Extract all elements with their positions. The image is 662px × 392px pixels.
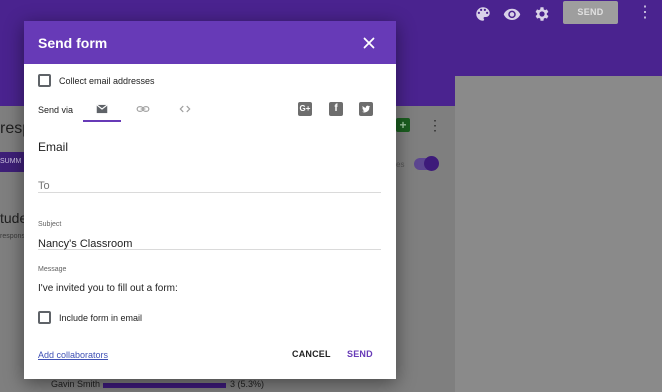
subject-field [38,234,381,250]
message-label: Message [38,266,67,273]
email-section-title: Email [38,140,69,154]
gear-icon[interactable] [533,5,551,23]
header-send-button[interactable]: SEND [563,1,618,24]
send-button[interactable]: SEND [347,349,373,359]
summary-tab[interactable]: SUMM [0,152,24,172]
tab-email[interactable] [83,97,121,122]
dialog-header: Send form [24,21,396,64]
close-icon[interactable] [360,34,378,52]
subject-input[interactable] [38,238,381,250]
include-form-label: Include form in email [59,313,143,323]
cancel-button[interactable]: CANCEL [292,349,331,359]
card-more-icon[interactable]: ⋮ [428,117,442,134]
accepting-toggle[interactable] [414,156,439,171]
email-icon [96,104,108,114]
dialog-title: Send form [38,35,108,51]
send-form-dialog: Send form Collect email addresses Send v… [24,21,396,379]
eye-icon[interactable] [503,5,521,23]
bar-value-label: 3 (5.3%) [230,379,265,389]
message-input[interactable]: I've invited you to fill out a form: [38,283,178,294]
embed-code-icon [179,105,191,113]
collect-email-checkbox[interactable] [38,74,51,87]
twitter-icon[interactable] [359,102,373,116]
sheets-icon[interactable]: + [396,118,410,132]
to-input[interactable] [38,180,381,192]
palette-icon[interactable] [474,5,492,23]
response-bar [103,383,226,388]
tab-embed[interactable] [166,97,204,122]
to-field [38,176,381,193]
add-collaborators-link[interactable]: Add collaborators [38,350,108,360]
more-vert-icon[interactable]: ⋮ [637,4,653,24]
bar-label-name: Gavin Smith [51,379,101,389]
subject-label: Subject [38,221,62,228]
send-via-label: Send via [38,105,74,115]
collect-email-label: Collect email addresses [59,76,155,86]
accepting-label: es [396,160,405,169]
tab-link[interactable] [124,97,162,122]
google-plus-icon[interactable]: G+ [298,102,312,116]
include-form-checkbox[interactable] [38,311,51,324]
facebook-icon[interactable]: f [329,102,343,116]
link-icon [136,106,150,112]
send-via-row: Send via G+ f [24,97,396,123]
